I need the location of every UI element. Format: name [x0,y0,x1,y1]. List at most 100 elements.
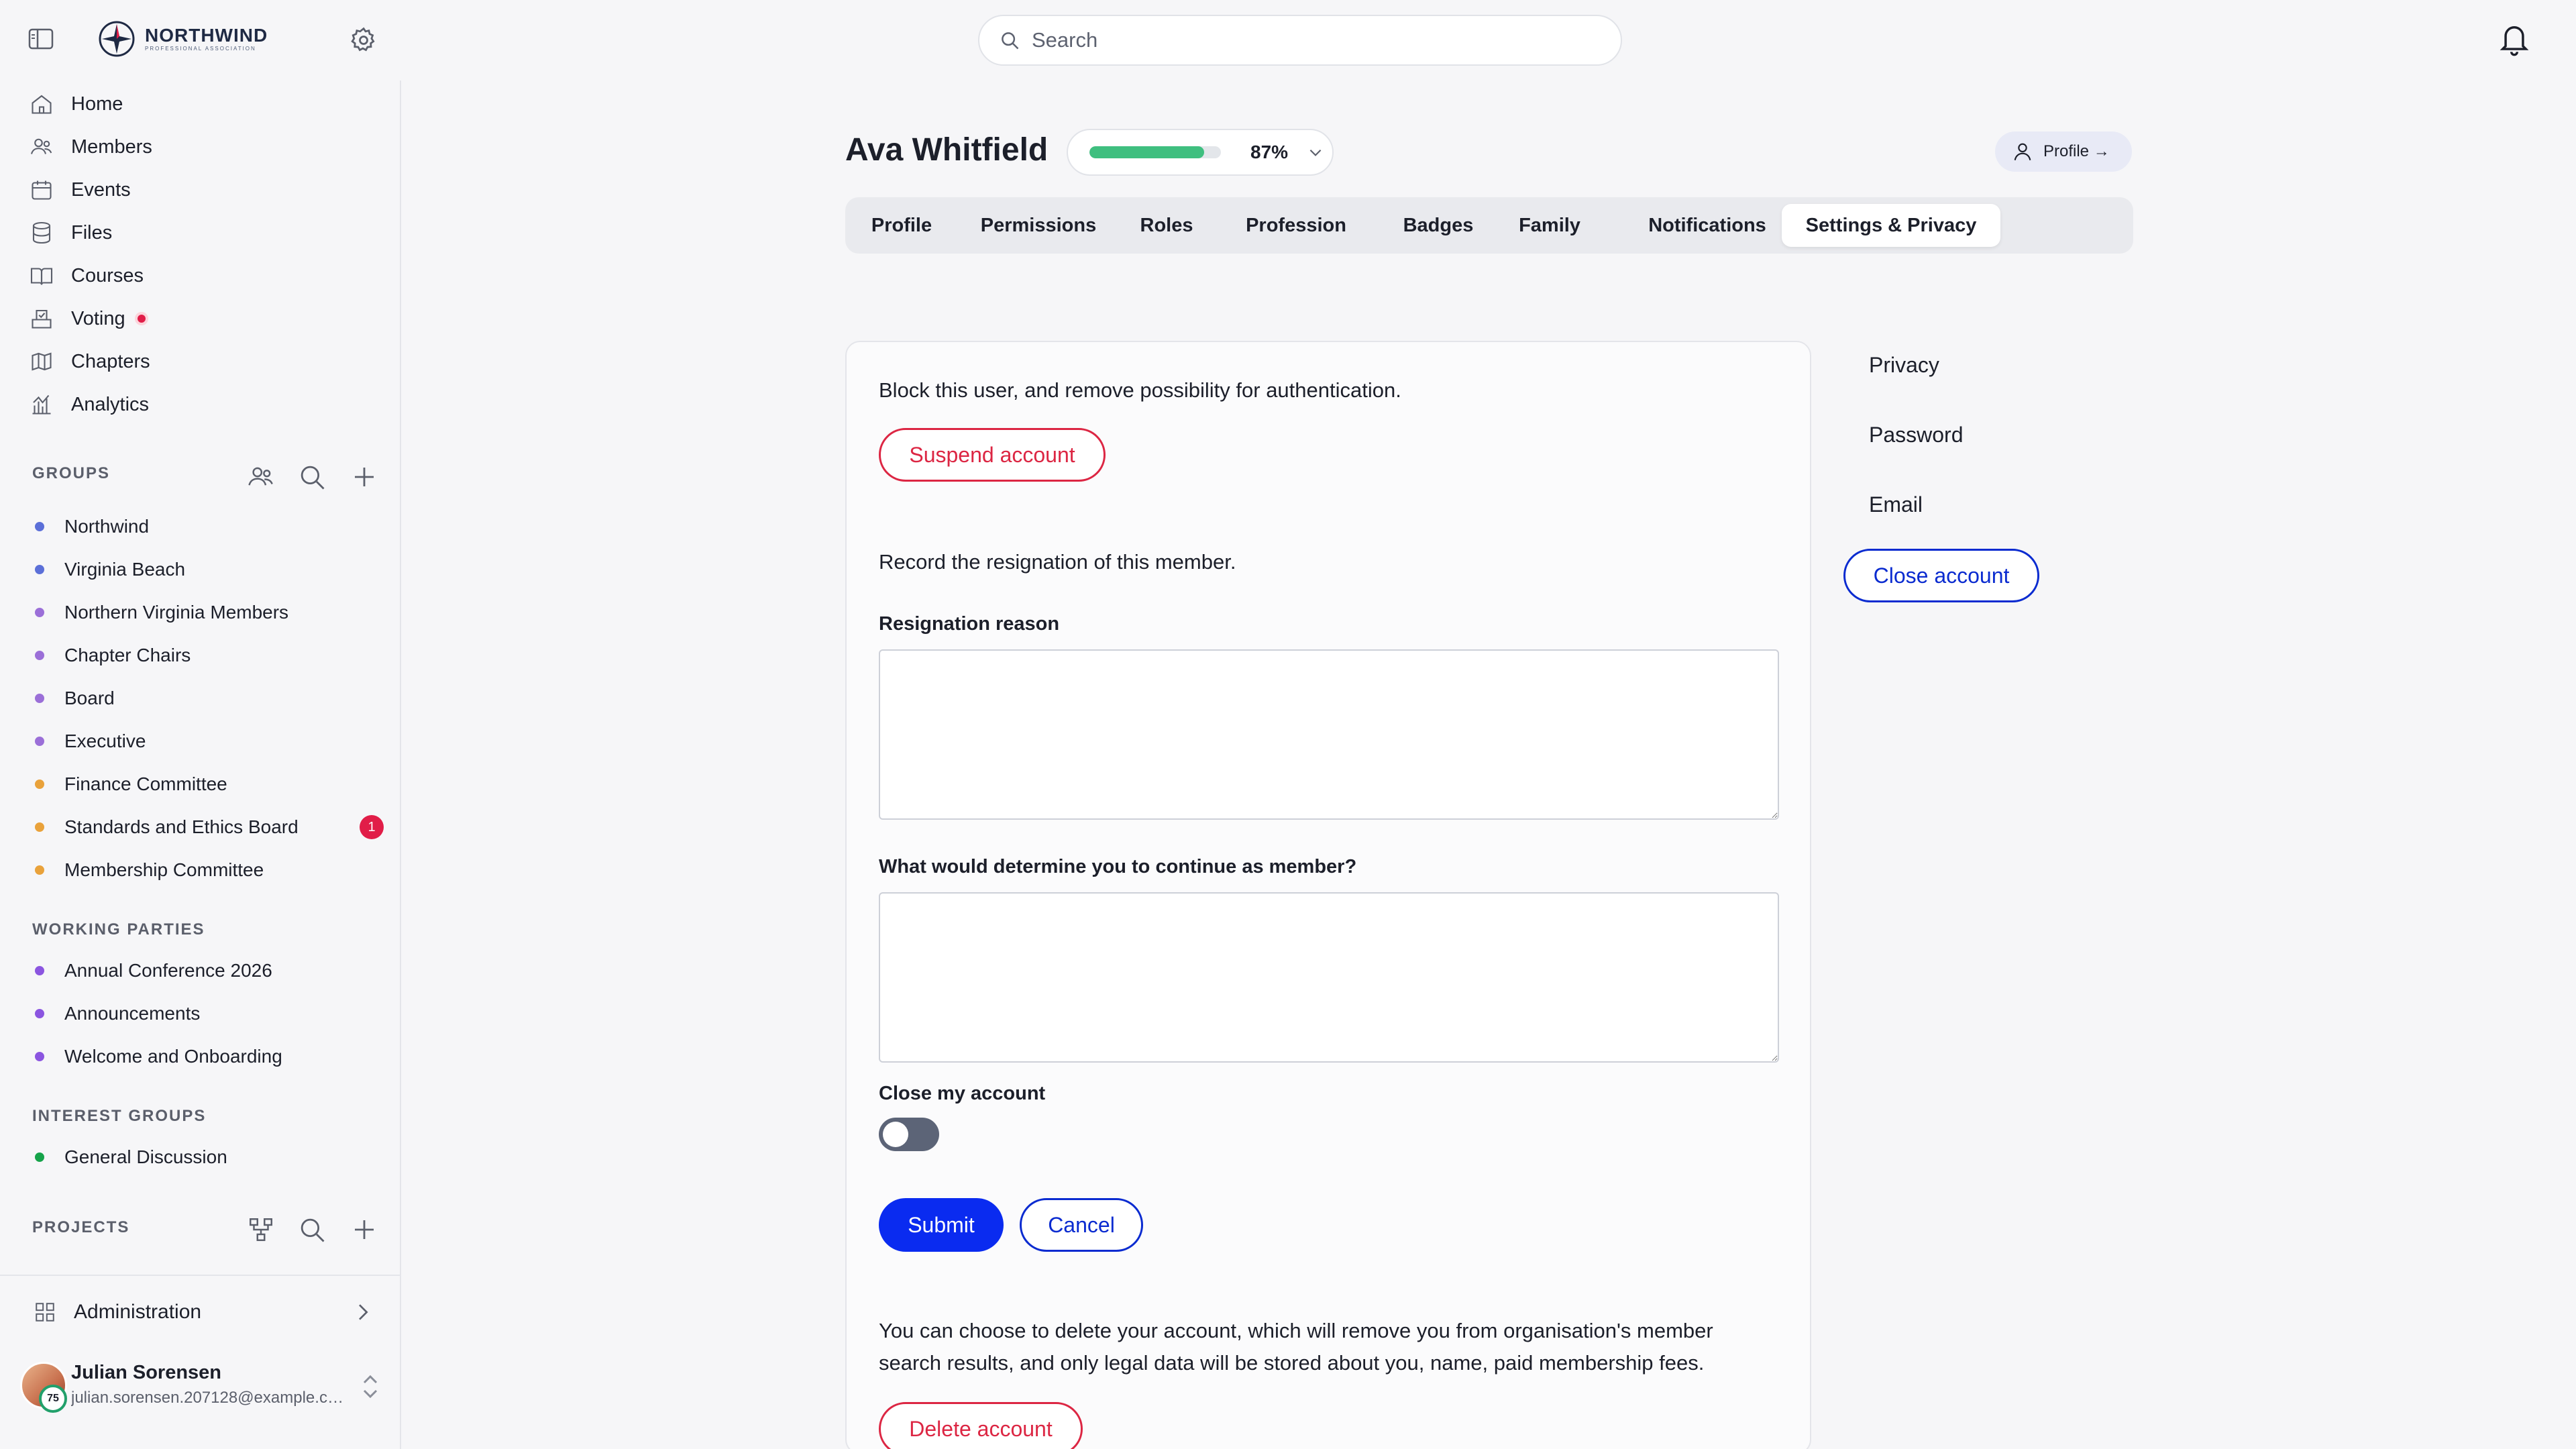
group-item[interactable]: Finance Committee [35,769,384,800]
group-label: General Discussion [64,1146,227,1167]
group-item[interactable]: General Discussion [35,1142,384,1173]
delete-account-button[interactable]: Delete account [879,1402,1083,1449]
group-label: Annual Conference 2026 [64,960,272,981]
nav-item-courses[interactable]: Courses [30,259,144,292]
home-icon [32,95,52,114]
close-account-toggle-label: Close my account [879,1083,1046,1104]
nav-item-chapters[interactable]: Chapters [30,345,150,378]
profile-link-button[interactable]: Profile → [1995,131,2132,172]
tab-family[interactable]: Family [1503,204,1597,247]
nav-item-analytics[interactable]: Analytics [30,388,149,421]
search-icon[interactable] [298,463,326,491]
nav-item-home[interactable]: Home [30,87,123,121]
group-item[interactable]: Welcome and Onboarding [35,1041,384,1072]
user-icon [2014,143,2031,161]
working-parties-section-label: WORKING PARTIES [32,920,205,938]
group-dot [35,1052,44,1061]
search-icon [1002,32,1019,50]
group-dot [35,565,44,574]
completion-progress-bar [1089,146,1221,158]
group-dot [35,822,44,832]
group-item[interactable]: Chapter Chairs [35,640,384,671]
group-item[interactable]: Announcements [35,998,384,1029]
group-item[interactable]: Standards and Ethics Board 1 [35,812,384,843]
group-label: Welcome and Onboarding [64,1046,282,1067]
logo[interactable]: NORTHWIND PROFESSIONAL ASSOCIATION [98,20,268,58]
profile-completion-dropdown[interactable]: 87% [1067,129,1334,176]
suspend-account-button[interactable]: Suspend account [879,428,1106,482]
group-label: Executive [64,731,146,751]
group-dot [35,966,44,975]
bell-icon[interactable] [2497,20,2532,58]
logo-subtitle: PROFESSIONAL ASSOCIATION [145,46,256,52]
user-email: julian.sorensen.207128@example.com [71,1389,343,1407]
nav-label: Files [71,221,113,244]
group-dot [35,865,44,875]
grid-icon [36,1303,54,1322]
interest-groups-section-label: INTEREST GROUPS [32,1107,207,1125]
group-label: Membership Committee [64,859,264,880]
tab-settings-privacy[interactable]: Settings & Privacy [1782,204,2000,247]
settings-card: Block this user, and remove possibility … [845,341,1811,1449]
book-icon [30,268,53,285]
tab-notifications[interactable]: Notifications [1613,204,1802,247]
progress-fill [1089,146,1204,158]
group-label: Northwind [64,516,150,537]
plus-icon[interactable] [350,1216,378,1244]
nav-item-files[interactable]: Files [30,216,112,250]
group-item[interactable]: Northern Virginia Members [35,597,384,628]
tab-profession[interactable]: Profession [1218,204,1374,247]
members-icon [30,138,52,154]
group-dot [35,608,44,617]
chevron-up-down-icon[interactable] [358,1371,382,1402]
hierarchy-icon[interactable] [247,1216,275,1244]
administration-label: Administration [74,1301,202,1323]
group-item[interactable]: Virginia Beach [35,554,384,585]
group-label: Chapter Chairs [64,645,191,665]
nav-item-members[interactable]: Members [30,130,152,164]
cancel-button[interactable]: Cancel [1020,1198,1143,1252]
search-input[interactable] [1032,28,1582,52]
group-item[interactable]: Annual Conference 2026 [35,955,384,986]
group-label: Announcements [64,1003,201,1024]
group-label: Finance Committee [64,773,227,794]
side-nav-privacy[interactable]: Privacy [1869,353,1939,378]
search-bar[interactable] [978,15,1622,66]
unread-badge: 1 [360,815,384,839]
sidebar-toggle-icon[interactable] [28,28,54,50]
groups-section-label: GROUPS [32,464,111,482]
tab-profile[interactable]: Profile [855,204,949,247]
projects-section-label: PROJECTS [32,1218,130,1236]
close-account-toggle[interactable] [879,1118,939,1151]
side-nav-email[interactable]: Email [1869,492,1923,517]
resign-description: Record the resignation of this member. [879,550,1236,574]
nav-label: Analytics [71,393,150,415]
close-account-button[interactable]: Close account [1843,549,2039,602]
database-icon [32,221,51,244]
search-icon[interactable] [298,1216,326,1244]
continue-member-label: What would determine you to continue as … [879,856,1357,877]
nav-item-events[interactable]: Events [30,173,131,207]
administration-item[interactable]: Administration [0,1275,400,1348]
tab-roles[interactable]: Roles [1126,204,1208,247]
continue-member-input[interactable] [879,892,1779,1063]
tab-permissions[interactable]: Permissions [965,204,1112,247]
delete-description-line2: search results, and only legal data will… [879,1351,1705,1375]
calendar-icon [32,180,52,200]
resignation-reason-input[interactable] [879,649,1779,820]
plus-icon[interactable] [350,463,378,491]
group-item[interactable]: Membership Committee [35,855,384,885]
nav-item-voting[interactable]: Voting [30,302,148,335]
group-item[interactable]: Board [35,683,384,714]
submit-button[interactable]: Submit [879,1198,1004,1252]
nav-label: Events [71,178,131,201]
group-item[interactable]: Executive [35,726,384,757]
side-nav-password[interactable]: Password [1869,423,1964,447]
tab-badges[interactable]: Badges [1387,204,1489,247]
toggle-knob [883,1122,908,1147]
suspend-description: Block this user, and remove possibility … [879,378,1401,402]
chevron-down-icon [1309,149,1322,156]
gear-icon[interactable] [349,25,378,55]
group-item[interactable]: Northwind [35,511,384,542]
members-icon[interactable] [247,463,275,491]
